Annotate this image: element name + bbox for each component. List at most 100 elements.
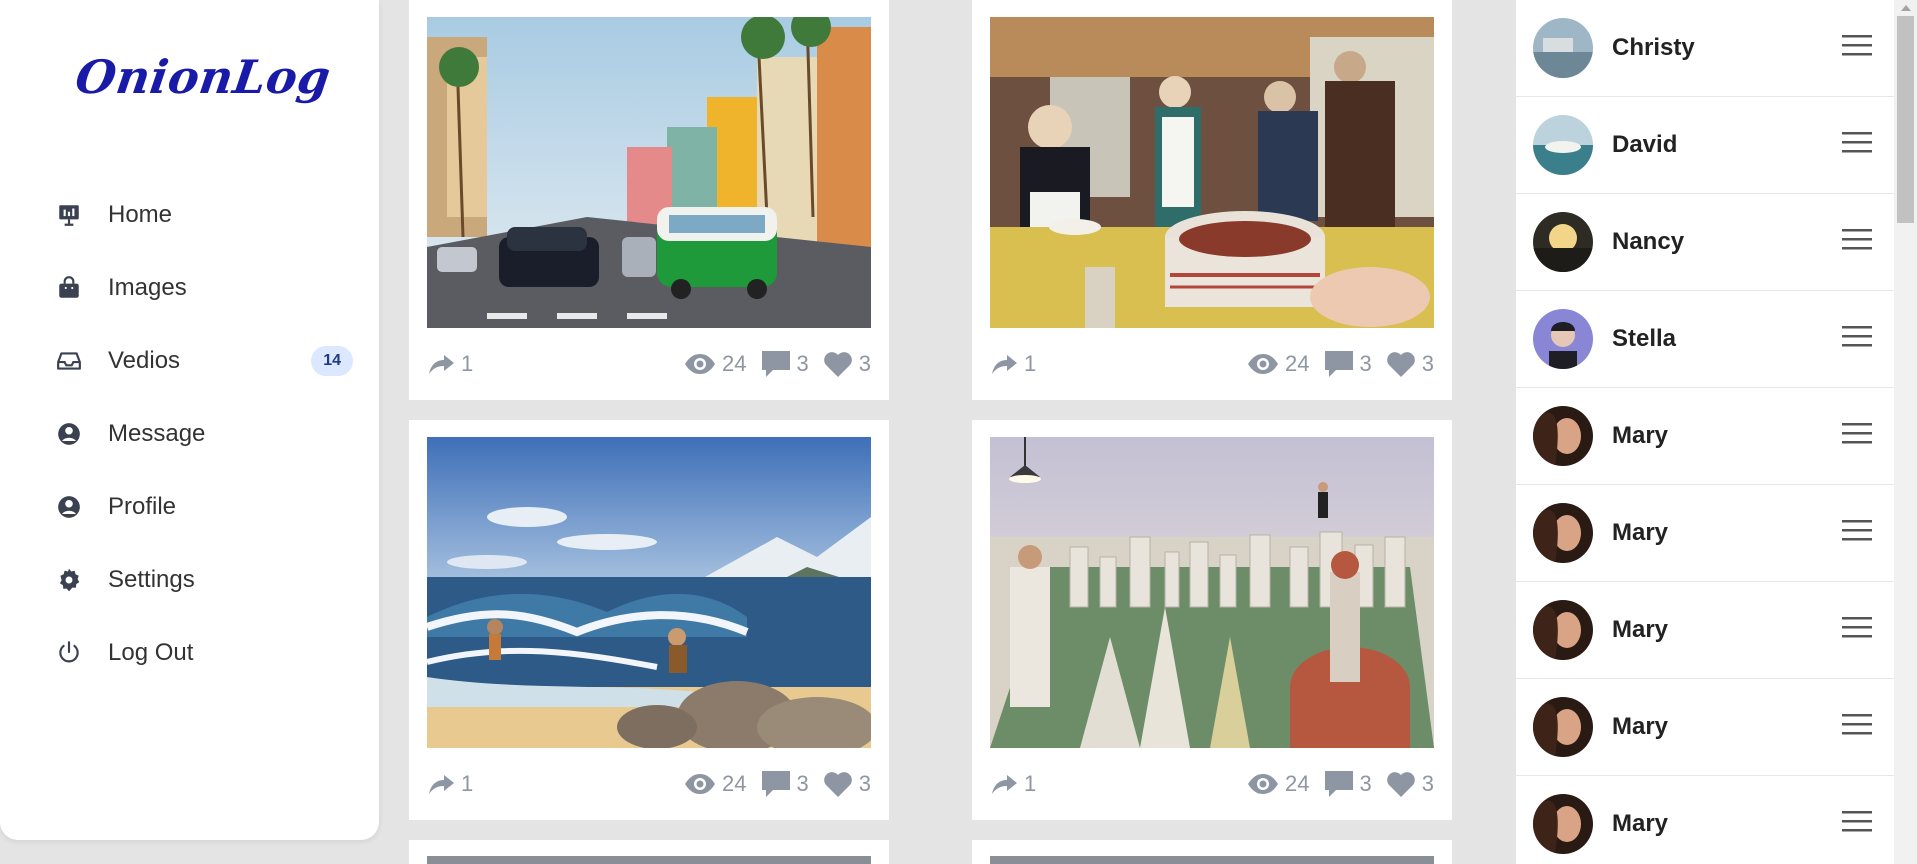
hamburger-menu-icon[interactable] bbox=[1842, 324, 1872, 348]
sidebar-item-images[interactable]: Images bbox=[0, 251, 379, 324]
power-icon bbox=[56, 640, 82, 666]
list-item[interactable]: Christy bbox=[1516, 0, 1894, 97]
scroll-up-arrow-icon[interactable] bbox=[1894, 0, 1917, 16]
sidebar-nav: Home Images Vedios 14 Message Profile Se… bbox=[0, 178, 379, 689]
list-item[interactable]: Mary bbox=[1516, 679, 1894, 776]
list-item[interactable]: Nancy bbox=[1516, 194, 1894, 291]
comment-count: 3 bbox=[796, 771, 809, 796]
scrollbar-thumb[interactable] bbox=[1897, 16, 1914, 223]
comment-count: 3 bbox=[1359, 771, 1372, 796]
comment-button[interactable]: 3 bbox=[1324, 770, 1372, 798]
comment-button[interactable]: 3 bbox=[1324, 350, 1372, 378]
comment-button[interactable]: 3 bbox=[761, 350, 809, 378]
app-logo[interactable]: OnionLog bbox=[72, 50, 334, 104]
post-card[interactable]: 1 24 3 3 bbox=[409, 0, 889, 400]
post-image-street[interactable] bbox=[427, 17, 871, 328]
share-count: 1 bbox=[461, 771, 474, 796]
heart-icon bbox=[1386, 771, 1415, 797]
post-card[interactable]: 1 24 3 3 bbox=[972, 0, 1452, 400]
eye-icon bbox=[1248, 354, 1279, 374]
like-button[interactable]: 3 bbox=[823, 771, 871, 798]
avatar[interactable] bbox=[1533, 794, 1593, 854]
post-card[interactable]: 1 24 3 3 bbox=[972, 420, 1452, 820]
share-button[interactable]: 1 bbox=[427, 351, 473, 377]
share-button[interactable]: 1 bbox=[990, 351, 1036, 377]
heart-icon bbox=[1386, 351, 1415, 377]
list-item[interactable]: Mary bbox=[1516, 776, 1894, 864]
sidebar-item-home[interactable]: Home bbox=[0, 178, 379, 251]
views-stat: 24 bbox=[684, 351, 747, 377]
list-item[interactable]: Mary bbox=[1516, 485, 1894, 582]
comment-button[interactable]: 3 bbox=[761, 770, 809, 798]
user-name: Mary bbox=[1612, 616, 1669, 643]
sidebar: OnionLog Home Images Vedios 14 Message P… bbox=[0, 0, 379, 840]
hamburger-menu-icon[interactable] bbox=[1842, 518, 1872, 542]
post-card[interactable] bbox=[972, 840, 1452, 864]
avatar[interactable] bbox=[1533, 503, 1593, 563]
user-name: David bbox=[1612, 131, 1678, 158]
share-icon bbox=[429, 775, 454, 794]
post-stats: 1 24 3 3 bbox=[990, 340, 1434, 388]
post-image-diner[interactable] bbox=[990, 17, 1434, 328]
hamburger-menu-icon[interactable] bbox=[1842, 33, 1872, 57]
share-count: 1 bbox=[461, 351, 474, 376]
avatar[interactable] bbox=[1533, 406, 1593, 466]
list-item[interactable]: Mary bbox=[1516, 388, 1894, 485]
sidebar-item-settings[interactable]: Settings bbox=[0, 543, 379, 616]
like-button[interactable]: 3 bbox=[823, 351, 871, 378]
share-button[interactable]: 1 bbox=[427, 771, 473, 797]
user-name: Christy bbox=[1612, 34, 1695, 61]
share-button[interactable]: 1 bbox=[990, 771, 1036, 797]
list-item[interactable]: Mary bbox=[1516, 582, 1894, 679]
shopping-bag-icon bbox=[56, 275, 82, 301]
list-item[interactable]: David bbox=[1516, 97, 1894, 194]
like-button[interactable]: 3 bbox=[1386, 351, 1434, 378]
eye-icon bbox=[1248, 774, 1279, 794]
comment-count: 3 bbox=[1359, 351, 1372, 376]
post-image-city[interactable] bbox=[990, 437, 1434, 748]
views-stat: 24 bbox=[1247, 351, 1310, 377]
user-name: Mary bbox=[1612, 713, 1669, 740]
eye-icon bbox=[685, 774, 716, 794]
hamburger-menu-icon[interactable] bbox=[1842, 227, 1872, 251]
views-stat: 24 bbox=[684, 771, 747, 797]
like-count: 3 bbox=[1421, 351, 1434, 376]
view-count: 24 bbox=[1285, 351, 1310, 376]
sidebar-item-label: Vedios bbox=[108, 346, 181, 374]
post-stats: 1 24 3 3 bbox=[427, 760, 871, 808]
avatar[interactable] bbox=[1533, 697, 1593, 757]
scrollbar[interactable] bbox=[1894, 0, 1917, 864]
avatar[interactable] bbox=[1533, 18, 1593, 78]
hamburger-menu-icon[interactable] bbox=[1842, 615, 1872, 639]
sidebar-item-profile[interactable]: Profile bbox=[0, 470, 379, 543]
home-chart-icon bbox=[56, 202, 82, 228]
hamburger-menu-icon[interactable] bbox=[1842, 421, 1872, 445]
hamburger-menu-icon[interactable] bbox=[1842, 712, 1872, 736]
count-badge: 14 bbox=[311, 345, 353, 376]
views-stat: 24 bbox=[1247, 771, 1310, 797]
avatar[interactable] bbox=[1533, 600, 1593, 660]
post-image[interactable] bbox=[427, 856, 871, 864]
post-image-beach[interactable] bbox=[427, 437, 871, 748]
view-count: 24 bbox=[722, 351, 747, 376]
sidebar-item-vedios[interactable]: Vedios 14 bbox=[0, 324, 379, 397]
avatar[interactable] bbox=[1533, 212, 1593, 272]
user-name: Mary bbox=[1612, 519, 1669, 546]
share-count: 1 bbox=[1024, 771, 1037, 796]
post-card[interactable]: 1 24 3 3 bbox=[409, 420, 889, 820]
sidebar-item-message[interactable]: Message bbox=[0, 397, 379, 470]
post-image[interactable] bbox=[990, 856, 1434, 864]
avatar[interactable] bbox=[1533, 309, 1593, 369]
like-button[interactable]: 3 bbox=[1386, 771, 1434, 798]
sidebar-item-label: Home bbox=[108, 200, 173, 228]
post-card[interactable] bbox=[409, 840, 889, 864]
sidebar-item-logout[interactable]: Log Out bbox=[0, 616, 379, 689]
list-item[interactable]: Stella bbox=[1516, 291, 1894, 388]
hamburger-menu-icon[interactable] bbox=[1842, 809, 1872, 833]
post-stats: 1 24 3 3 bbox=[990, 760, 1434, 808]
share-icon bbox=[992, 775, 1017, 794]
hamburger-menu-icon[interactable] bbox=[1842, 130, 1872, 154]
avatar[interactable] bbox=[1533, 115, 1593, 175]
heart-icon bbox=[823, 351, 852, 377]
eye-icon bbox=[685, 354, 716, 374]
